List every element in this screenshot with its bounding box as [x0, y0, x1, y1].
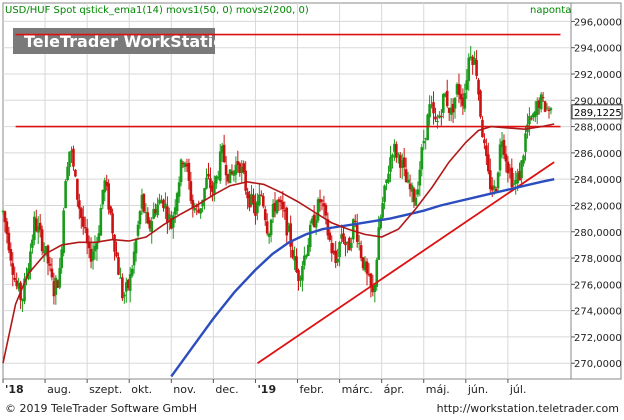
- x-axis-ticks: '18 aug. szept. okt. nov. dec. '19 febr. márc. áp…: [2, 379, 527, 396]
- y-tick-label: 288,0000: [574, 123, 622, 134]
- price-labels: 289,1225: [571, 104, 623, 120]
- candle: [142, 193, 146, 214]
- y-tick-label: 272,0000: [574, 333, 622, 344]
- candle: [479, 89, 482, 119]
- period-label: naponta: [530, 5, 571, 16]
- candle: [64, 179, 67, 209]
- x-tick-label: aug.: [47, 383, 71, 396]
- x-tick-label: ápr.: [384, 383, 405, 396]
- y-tick-label: 296,0000: [574, 17, 622, 28]
- x-tick-label: máj.: [426, 383, 450, 396]
- candle: [74, 168, 77, 178]
- candle: [543, 100, 547, 113]
- chart-window: 270,0000 272,0000 274,0000 276,0000 278,0000…: [0, 0, 624, 416]
- y-tick-label: 270,0000: [574, 359, 622, 370]
- y-tick-label: 284,0000: [574, 175, 622, 186]
- last-price-label: 289,1225: [574, 108, 622, 119]
- x-tick-label: dec.: [215, 383, 238, 396]
- candle: [179, 158, 183, 187]
- footer-url[interactable]: http://workstation.teletrader.com: [437, 402, 619, 415]
- x-tick-label: júl.: [509, 383, 527, 396]
- x-tick-label: okt.: [131, 383, 152, 396]
- y-axis-panel: [570, 2, 622, 380]
- plot-area[interactable]: [2, 2, 572, 380]
- candle: [228, 169, 232, 184]
- candle: [62, 207, 65, 257]
- candle: [99, 204, 103, 236]
- y-tick-label: 280,0000: [574, 228, 622, 239]
- x-tick-label: '19: [257, 383, 276, 396]
- price-chart: 270,0000 272,0000 274,0000 276,0000 278,0000…: [1, 2, 623, 415]
- footer-copyright: © 2019 TeleTrader Software GmbH: [5, 402, 197, 415]
- x-tick-label: nov.: [173, 383, 196, 396]
- y-tick-label: 282,0000: [574, 201, 622, 212]
- candle: [275, 199, 279, 215]
- y-tick-label: 276,0000: [574, 280, 622, 291]
- x-tick-label: szept.: [89, 383, 122, 396]
- y-tick-label: 274,0000: [574, 307, 622, 318]
- x-tick-label: '18: [5, 383, 24, 396]
- y-tick-label: 294,0000: [574, 44, 622, 55]
- x-tick-label: jún.: [467, 383, 489, 396]
- chart-title: USD/HUF Spot qstick_ema1(14) movs1(50, 0…: [5, 5, 309, 16]
- candle: [121, 273, 124, 301]
- candle: [496, 171, 500, 191]
- y-tick-label: 286,0000: [574, 149, 622, 160]
- candle: [375, 257, 379, 291]
- x-tick-label: febr.: [300, 383, 325, 396]
- y-tick-label: 292,0000: [574, 70, 622, 81]
- y-tick-label: 278,0000: [574, 254, 622, 265]
- x-tick-label: márc.: [342, 383, 373, 396]
